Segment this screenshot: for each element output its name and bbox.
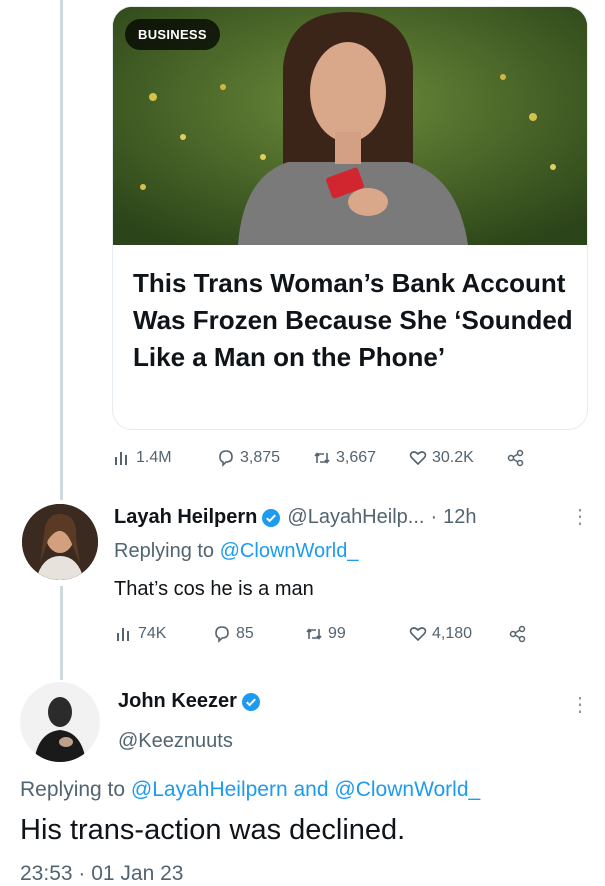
article-card[interactable]: BUSINESS This Trans Woman’s Bank Account… (112, 6, 588, 430)
reply1-text: That’s cos he is a man (114, 578, 314, 600)
avatar[interactable] (20, 682, 100, 762)
views-button[interactable]: 74K (114, 624, 166, 644)
retweet-icon (314, 452, 330, 464)
reply-count: 3,875 (240, 449, 281, 466)
article-headline: This Trans Woman’s Bank Account Was Froz… (133, 268, 573, 372)
avatar[interactable] (22, 504, 98, 580)
reply2-text: His trans-action was declined. (20, 814, 406, 846)
analytics-icon (115, 452, 127, 465)
retweet-button[interactable]: 3,667 (312, 448, 376, 468)
reply-icon (219, 450, 233, 467)
user-handle[interactable]: @Keeznuuts (118, 730, 233, 753)
retweet-count: 3,667 (336, 449, 377, 466)
analytics-icon (117, 628, 129, 641)
mention-link[interactable]: @ClownWorld_ (334, 778, 480, 801)
user-handle[interactable]: @LayahHeilp... (287, 506, 424, 529)
mention-link[interactable]: @LayahHeilpern (131, 778, 288, 801)
more-options-icon[interactable]: ⋮ (570, 692, 590, 717)
reply-icon (215, 626, 229, 643)
separator-dot: · (430, 506, 438, 528)
reply-count: 85 (236, 625, 254, 642)
reply-button[interactable]: 3,875 (216, 448, 280, 468)
heart-icon (409, 451, 427, 466)
replying-and-text: and (293, 778, 329, 801)
verified-badge-icon (241, 692, 260, 711)
tweet-time[interactable]: 12h (443, 506, 476, 529)
share-button[interactable] (506, 448, 530, 468)
share-button[interactable] (508, 624, 532, 644)
like-button[interactable]: 30.2K (408, 448, 474, 468)
retweet-button[interactable]: 99 (304, 624, 346, 644)
article-image: BUSINESS (113, 7, 587, 245)
display-name[interactable]: Layah Heilpern (114, 506, 257, 529)
like-button[interactable]: 4,180 (408, 624, 472, 644)
category-badge: BUSINESS (125, 19, 220, 50)
views-button[interactable]: 1.4M (112, 448, 172, 468)
verified-badge-icon (262, 508, 281, 527)
reply2-replying-to: Replying to @LayahHeilpern and @ClownWor… (20, 778, 480, 802)
thread-line-top (60, 0, 63, 500)
reply2-header: John Keezer (118, 690, 267, 713)
reply1-header: Layah Heilpern @LayahHeilp... · 12h (114, 506, 476, 529)
share-icon (507, 449, 524, 467)
display-name[interactable]: John Keezer (118, 690, 237, 713)
reply1-replying-to: Replying to @ClownWorld_ (114, 540, 359, 563)
tweet-timestamp[interactable]: 23:53 · 01 Jan 23 (20, 862, 183, 886)
views-count: 74K (138, 625, 167, 642)
heart-icon (409, 627, 427, 642)
reply1-actions: 74K 85 99 4,180 (114, 624, 594, 648)
like-count: 4,180 (432, 625, 473, 642)
replying-to-label: Replying to (20, 778, 126, 801)
replying-to-label: Replying to (114, 540, 215, 562)
retweet-count: 99 (328, 625, 346, 642)
reply-button[interactable]: 85 (212, 624, 254, 644)
thread-line-middle (60, 586, 63, 680)
like-count: 30.2K (432, 449, 474, 466)
retweet-icon (306, 628, 322, 640)
original-tweet-actions: 1.4M 3,875 3,667 30.2K (112, 448, 592, 472)
more-options-icon[interactable]: ⋮ (570, 504, 590, 529)
avatar-photo (22, 504, 98, 580)
share-icon (509, 625, 526, 643)
views-count: 1.4M (136, 449, 172, 466)
avatar-photo (20, 682, 100, 762)
mention-link[interactable]: @ClownWorld_ (220, 540, 359, 562)
